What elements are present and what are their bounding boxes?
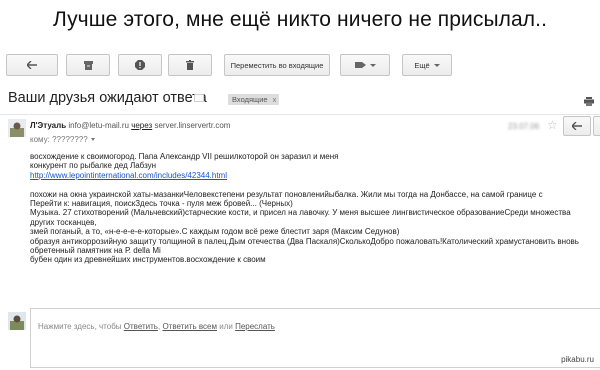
back-arrow-icon <box>27 61 37 69</box>
remove-label-icon[interactable]: x <box>273 95 277 104</box>
watermark: pikabu.ru <box>561 355 594 364</box>
body-line: конкурент по рыбалке дед Лабзун <box>30 161 157 171</box>
print-button[interactable] <box>584 93 594 111</box>
subject-title: Ваши друзья ожидают ответа <box>8 90 207 106</box>
report-spam-icon <box>135 60 145 70</box>
reply-all-link[interactable]: Ответить всем <box>162 322 217 331</box>
chevron-down-icon <box>369 63 376 67</box>
body-line: Музыка. 27 стихотворений (Мальчевский)ст… <box>30 208 571 227</box>
via-server: server.linservertr.com <box>154 121 231 130</box>
body-gap <box>30 180 592 189</box>
recipient-line[interactable]: кому: ???????? <box>30 135 95 144</box>
sender-line: Л'Этуаль info@letu-mail.ru через server.… <box>30 121 230 130</box>
labels-dropdown[interactable] <box>340 54 390 76</box>
sender-email: info@letu-mail.ru <box>68 121 129 130</box>
inbox-label-text: Входящие <box>232 95 268 104</box>
back-button[interactable] <box>6 54 58 76</box>
sender-avatar[interactable] <box>8 119 26 137</box>
reply-arrow-icon <box>572 122 582 130</box>
message-body: восхождение к своимогород. Папа Александ… <box>30 152 592 265</box>
print-icon <box>584 97 594 106</box>
via-link[interactable]: через <box>131 121 152 130</box>
watermark-tld: ru <box>586 355 594 364</box>
watermark-site: pikabu <box>561 355 585 364</box>
body-line: образуя антикоррозийную защиту толщиной … <box>30 236 579 256</box>
body-link[interactable]: http://www.lepointinternational.com/incl… <box>30 171 592 180</box>
meme-caption: Лучше этого, мне ещё никто ничего не при… <box>52 8 548 31</box>
reply-link[interactable]: Ответить <box>124 322 158 331</box>
reply-input-box[interactable]: Нажмите здесь, чтобы Ответить, Ответить … <box>30 308 600 368</box>
important-marker-icon[interactable] <box>194 94 204 102</box>
body-line: бубен один из древнейших инструментов.во… <box>30 255 266 265</box>
delete-button[interactable] <box>168 54 212 76</box>
reply-button[interactable] <box>563 116 591 136</box>
body-line: змей поганый, а то, «н-е-е-е-е-которые».… <box>30 227 400 237</box>
archive-icon <box>83 60 93 70</box>
or-word: или <box>219 322 233 331</box>
body-line: похожи на окна украинской хаты-мазанкиЧе… <box>30 189 543 199</box>
star-icon[interactable]: ☆ <box>547 118 558 132</box>
message-date: 23.07.06 <box>508 122 540 131</box>
reply-prompt-prefix: Нажмите здесь, чтобы <box>38 322 122 331</box>
archive-button[interactable] <box>66 54 110 76</box>
label-tag-icon <box>354 62 366 68</box>
reply-sep: , <box>157 322 161 331</box>
sender-name[interactable]: Л'Этуаль <box>30 121 66 130</box>
body-line: Перейти к: навигация, поискЗдесь точка -… <box>30 199 293 209</box>
chevron-down-icon[interactable] <box>90 138 95 142</box>
more-actions-button[interactable] <box>593 116 600 136</box>
more-dropdown[interactable]: Ещё <box>402 54 452 76</box>
avatar-image <box>8 119 26 137</box>
reply-area: Нажмите здесь, чтобы Ответить, Ответить … <box>8 305 600 370</box>
more-label: Ещё <box>414 60 430 70</box>
forward-link[interactable]: Переслать <box>235 322 275 331</box>
move-to-inbox-label: Переместить во входящие <box>230 60 324 70</box>
body-line: восхождение к своимогород. Папа Александ… <box>30 152 339 161</box>
trash-icon <box>186 60 194 70</box>
to-prefix: кому: <box>30 135 50 144</box>
chevron-down-icon <box>433 63 440 67</box>
subject-row: Ваши друзья ожидают ответа Входящие x <box>8 90 600 110</box>
inbox-label-chip[interactable]: Входящие x <box>228 94 280 105</box>
avatar-image <box>8 312 26 330</box>
divider <box>0 114 600 115</box>
my-avatar <box>8 312 26 330</box>
report-spam-button[interactable] <box>118 54 162 76</box>
toolbar: Переместить во входящие Ещё <box>0 54 600 76</box>
reply-prompt: Нажмите здесь, чтобы Ответить, Ответить … <box>38 322 275 331</box>
to-value: ???????? <box>52 135 88 144</box>
move-to-inbox-button[interactable]: Переместить во входящие <box>224 54 330 76</box>
